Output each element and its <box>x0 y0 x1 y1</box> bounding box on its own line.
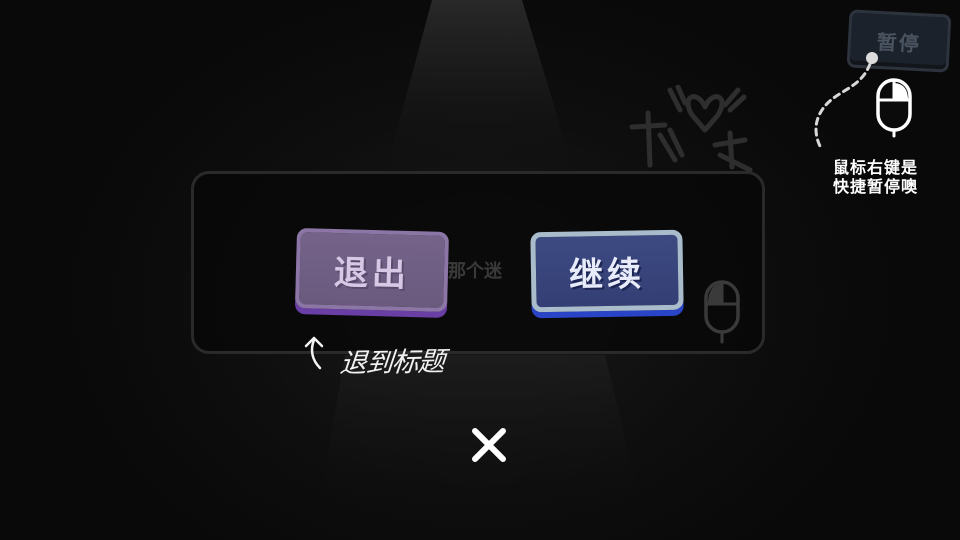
exit-button[interactable]: 退出 <box>294 228 450 312</box>
hint-line-1: 鼠标右键是 <box>833 158 919 177</box>
right-click-hint: 鼠标右键是 快捷暂停噢 <box>833 158 957 196</box>
background-doodle <box>629 85 753 173</box>
mouse-icon <box>704 280 740 344</box>
obscured-text: 那个迷 <box>448 261 502 282</box>
continue-button-label: 继续 <box>568 253 646 296</box>
exit-annotation: 退到标题 <box>338 346 446 380</box>
pause-screen: 暂停 鼠标右键是 快捷暂停噢 那个迷 退出 继续 退到标题 <box>0 0 960 540</box>
curved-arrow-icon <box>304 336 324 370</box>
close-icon <box>472 428 506 462</box>
continue-button[interactable]: 继续 <box>530 229 684 313</box>
exit-button-label: 退出 <box>333 252 411 295</box>
close-button[interactable] <box>466 422 512 468</box>
hint-mouse-icon <box>814 52 912 152</box>
hint-line-2: 快捷暂停噢 <box>833 177 919 196</box>
